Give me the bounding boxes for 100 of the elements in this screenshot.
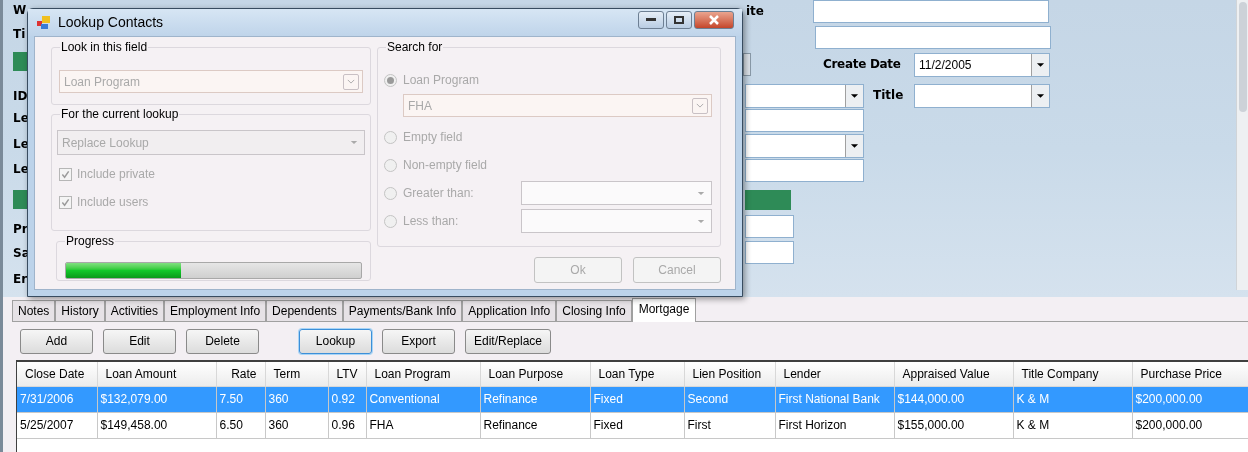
group-label: For the current lookup — [60, 107, 180, 121]
column-header[interactable]: Lender — [775, 362, 894, 386]
table-cell: 7/31/2006 — [17, 386, 97, 412]
radio-label: Less than: — [403, 213, 460, 230]
column-header[interactable]: Rate — [216, 362, 265, 386]
table-cell: Refinance — [480, 386, 590, 412]
group-label: Search for — [386, 40, 444, 54]
dropdown-field[interactable] — [745, 134, 864, 158]
column-header[interactable]: Close Date — [17, 362, 97, 386]
text-field[interactable] — [815, 26, 1051, 49]
table-cell: 7.50 — [216, 386, 265, 412]
toolbar-button[interactable]: Edit — [103, 328, 176, 354]
radio-label: Empty field — [403, 129, 463, 146]
field-label: Er — [13, 271, 28, 287]
table-cell: Fixed — [590, 412, 684, 438]
tab[interactable]: Activities — [104, 300, 165, 321]
toolbar-button[interactable]: Export — [382, 328, 455, 354]
column-header[interactable]: LTV — [328, 362, 366, 386]
text-field[interactable] — [745, 241, 794, 264]
table-cell: 0.96 — [328, 412, 366, 438]
dropdown-field[interactable] — [745, 84, 864, 108]
table-cell: 6.50 — [216, 412, 265, 438]
table-cell: K & M — [1013, 412, 1132, 438]
text-field[interactable] — [813, 0, 1049, 23]
toolbar-button[interactable]: Delete — [186, 328, 259, 354]
column-header[interactable]: Term — [265, 362, 328, 386]
table-cell: First Horizon — [775, 412, 894, 438]
table-cell: 5/25/2007 — [17, 412, 97, 438]
table-cell: $155,000.00 — [894, 412, 1013, 438]
close-button[interactable] — [694, 10, 734, 29]
column-header[interactable]: Lien Position — [684, 362, 775, 386]
tab[interactable]: Dependents — [266, 300, 343, 321]
table-cell: Fixed — [590, 386, 684, 412]
radio-label: Greater than: — [403, 185, 475, 202]
tab[interactable]: Employment Info — [164, 300, 267, 321]
table-cell: FHA — [366, 412, 480, 438]
column-header[interactable]: Loan Program — [366, 362, 480, 386]
field-label: Create Date — [823, 56, 901, 72]
tab[interactable]: History — [55, 300, 105, 321]
toolbar-button[interactable]: Add — [20, 328, 93, 354]
checkbox-label: Include private — [77, 166, 156, 183]
column-header[interactable]: Loan Amount — [97, 362, 216, 386]
dropdown-arrow-icon — [697, 190, 705, 196]
table-row[interactable]: 5/25/2007 $149,458.00 6.50 360 0.96 FHA Refinance Fixed First First Horizon $155,000.00 K & M $200,000.00 — [17, 412, 1248, 438]
radio-label: Non-empty field — [403, 157, 488, 174]
tab[interactable]: Notes — [12, 300, 56, 321]
text-field[interactable] — [745, 109, 864, 132]
column-header[interactable]: Purchase Price — [1132, 362, 1248, 386]
minimize-icon — [646, 17, 656, 22]
app-icon — [36, 14, 52, 31]
text-field[interactable] — [745, 159, 864, 182]
column-header[interactable]: Loan Type — [590, 362, 684, 386]
table-cell: Second — [684, 386, 775, 412]
scrollbar-thumb[interactable] — [1238, 2, 1247, 112]
radio-label: Loan Program — [403, 72, 480, 89]
maximize-icon — [674, 15, 684, 24]
dropdown-arrow-icon — [1036, 62, 1045, 68]
table-cell: $149,458.00 — [97, 412, 216, 438]
table-cell: 360 — [265, 386, 328, 412]
dropdown-field[interactable]: 11/2/2005 — [914, 53, 1050, 77]
button-edge[interactable] — [743, 53, 751, 76]
dropdown-field[interactable] — [914, 84, 1050, 108]
dropdown-arrow-icon — [850, 143, 859, 149]
table-cell: $144,000.00 — [894, 386, 1013, 412]
toolbar-button[interactable]: Lookup — [299, 328, 372, 354]
tab[interactable]: Closing Info — [556, 300, 632, 321]
toolbar-button[interactable]: Edit/Replace — [465, 328, 552, 354]
field-label: Title — [873, 87, 904, 103]
table-cell: 360 — [265, 412, 328, 438]
table-cell: $132,079.00 — [97, 386, 216, 412]
table-cell: First National Bank — [775, 386, 894, 412]
column-header[interactable]: Appraised Value — [894, 362, 1013, 386]
dropdown-arrow-icon — [350, 140, 358, 145]
tab[interactable]: Payments/Bank Info — [342, 300, 463, 321]
table-cell: 0.92 — [328, 386, 366, 412]
table-cell: Conventional — [366, 386, 480, 412]
field-label: Pr — [13, 221, 28, 237]
column-header[interactable]: Loan Purpose — [480, 362, 590, 386]
scrollbar[interactable] — [1236, 0, 1248, 290]
maximize-button[interactable] — [666, 10, 692, 29]
column-header[interactable]: Title Company — [1013, 362, 1132, 386]
tab[interactable]: Mortgage — [631, 298, 697, 322]
group-label: Progress — [65, 234, 116, 248]
table-cell: K & M — [1013, 386, 1132, 412]
section-bar — [745, 190, 791, 210]
table-cell: $200,000.00 — [1132, 386, 1248, 412]
group-label: Look in this field — [60, 40, 149, 54]
table-cell: $200,000.00 — [1132, 412, 1248, 438]
minimize-button[interactable] — [638, 10, 664, 29]
dropdown-arrow-icon — [850, 93, 859, 99]
field-label: ID — [13, 88, 28, 104]
dropdown-arrow-icon — [1036, 93, 1045, 99]
table-cell: Refinance — [480, 412, 590, 438]
tab[interactable]: Application Info — [462, 300, 557, 321]
field-label: ite — [746, 3, 764, 19]
field-label: W — [13, 2, 27, 18]
dialog-title: Lookup Contacts — [58, 13, 165, 32]
text-field[interactable] — [745, 215, 794, 238]
dropdown-arrow-icon — [697, 218, 705, 224]
checkbox-label: Include users — [77, 194, 149, 211]
